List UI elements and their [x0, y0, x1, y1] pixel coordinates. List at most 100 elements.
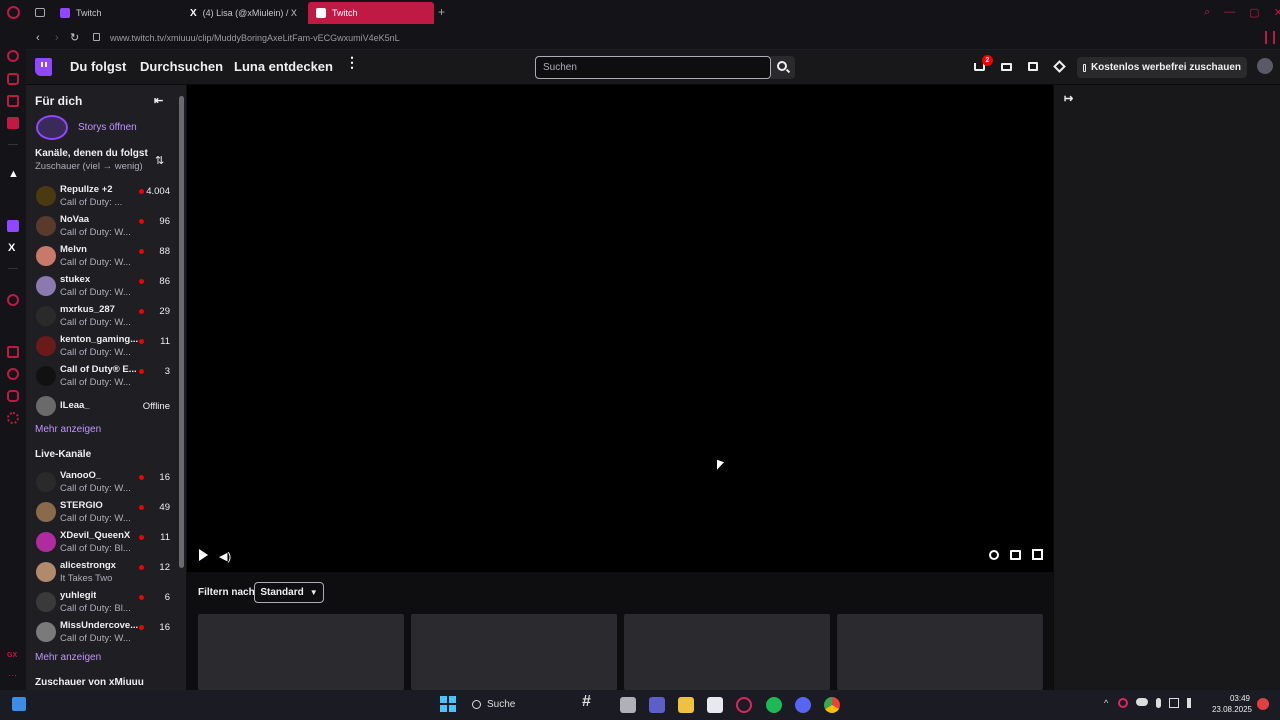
sidebar-toggle-icon[interactable] [1265, 31, 1275, 44]
twitch-sidebar-icon[interactable] [7, 220, 19, 232]
microphone-icon[interactable] [1156, 698, 1161, 708]
chrome-icon[interactable] [824, 697, 840, 713]
settings-gear-icon[interactable] [989, 550, 999, 560]
clip-card-placeholder[interactable] [837, 614, 1043, 690]
browser-tab[interactable]: X (4) Lisa (@xMiulein) / X [182, 2, 306, 24]
search-input[interactable]: Suchen [535, 56, 771, 79]
more-options-icon[interactable]: ⋮ [345, 55, 359, 69]
nav-luna[interactable]: Luna entdecken [234, 59, 333, 74]
browser-tab-active[interactable]: Twitch [308, 2, 434, 24]
opera-tray-icon[interactable] [1118, 698, 1128, 708]
sidebar-channel-item[interactable]: mxrkus_287 Call of Duty: W... 29 [34, 303, 176, 331]
nav-browse[interactable]: Durchsuchen [140, 59, 223, 74]
opera-gx-taskbar-icon[interactable] [736, 697, 752, 713]
sort-toggle-icon[interactable]: ⇅ [155, 154, 164, 167]
adfree-button[interactable]: Kostenlos werbefrei zuschauen [1077, 57, 1247, 78]
task-view-icon[interactable] [620, 697, 636, 713]
sidebar-channel-item[interactable]: stukex Call of Duty: W... 86 [34, 273, 176, 301]
more-icon[interactable]: ··· [8, 670, 17, 680]
sidebar-channel-item[interactable]: Repullze +2 Call of Duty: ... 4.004 [34, 183, 176, 211]
back-icon[interactable]: ‹ [36, 32, 40, 44]
url-field[interactable]: www.twitch.tv/xmiuuu/clip/MuddyBoringAxe… [110, 33, 400, 43]
wallet-icon[interactable] [7, 346, 19, 358]
expand-chat-icon[interactable]: ↦ [1064, 92, 1073, 105]
network-icon[interactable] [1169, 698, 1179, 708]
reload-icon[interactable]: ↻ [70, 31, 79, 44]
forward-icon[interactable]: › [55, 32, 59, 44]
sidebar-channel-item[interactable]: yuhlegit Call of Duty: Bl... 6 [34, 589, 176, 617]
search-tabs-icon[interactable]: ⌕ [1204, 6, 1210, 19]
opera-shopping-icon[interactable] [7, 73, 19, 85]
player-icon[interactable] [7, 294, 19, 306]
stories-avatar[interactable] [36, 115, 68, 140]
clip-card-placeholder[interactable] [624, 614, 830, 690]
windows-start-icon[interactable] [440, 696, 456, 712]
new-tab-button[interactable]: + [438, 5, 445, 19]
show-desktop-icon[interactable] [12, 697, 26, 711]
notification-center-icon[interactable] [1257, 698, 1269, 710]
opera-logo-icon[interactable] [7, 6, 20, 19]
sidebar-channel-item[interactable]: lLeaa_ Offline [34, 393, 176, 421]
play-icon[interactable] [199, 549, 208, 561]
gx-icon[interactable]: GX [7, 652, 17, 659]
teams-icon[interactable] [649, 697, 665, 713]
close-icon[interactable]: ✕ [1274, 6, 1280, 19]
tray-chevron-icon[interactable]: ^ [1104, 698, 1108, 708]
opera-music-icon[interactable] [7, 95, 19, 107]
inbox-icon[interactable] [1001, 63, 1012, 71]
opera-ai-icon[interactable] [7, 50, 19, 62]
show-more-followed-link[interactable]: Mehr anzeigen [35, 424, 101, 435]
sidebar-channel-item[interactable]: STERGIO Call of Duty: W... 49 [34, 499, 176, 527]
store-icon[interactable] [707, 697, 723, 713]
clip-card-placeholder[interactable] [198, 614, 404, 690]
spotify-icon[interactable] [766, 697, 782, 713]
sidebar-channel-item[interactable]: Melvn Call of Duty: W... 88 [34, 243, 176, 271]
sidebar-channel-item[interactable]: NoVaa Call of Duty: W... 96 [34, 213, 176, 241]
live-section-title: Live-Kanäle [35, 449, 92, 460]
onedrive-icon[interactable] [1136, 698, 1148, 706]
volume-icon[interactable]: ◀) [219, 550, 231, 563]
hashtag-icon[interactable]: # [582, 693, 591, 711]
user-avatar[interactable] [1257, 58, 1273, 74]
twitch-logo-icon[interactable] [35, 58, 52, 76]
sidebar-channel-item[interactable]: MissUndercove... Call of Duty: W... 16 [34, 619, 176, 647]
channel-avatar [36, 306, 56, 326]
sidebar-channel-item[interactable]: kenton_gaming... Call of Duty: W... 11 [34, 333, 176, 361]
sidebar-channel-item[interactable]: alicestrongx It Takes Two 12 [34, 559, 176, 587]
x-sidebar-icon[interactable]: X [8, 242, 15, 254]
whispers-icon[interactable] [1028, 62, 1038, 71]
history-icon[interactable] [7, 368, 19, 380]
sidebar-channel-item[interactable]: VanooO_ Call of Duty: W... 16 [34, 469, 176, 497]
browser-tab[interactable]: Twitch [52, 2, 180, 24]
clip-card-placeholder[interactable] [411, 614, 617, 690]
nav-following[interactable]: Du folgst [70, 59, 126, 74]
viewer-count: 16 [159, 622, 170, 633]
tray-icons[interactable] [1118, 698, 1197, 708]
workspaces-icon[interactable] [35, 8, 45, 17]
sidebar-scrollbar[interactable] [179, 96, 184, 568]
search-button[interactable] [771, 56, 795, 79]
speaker-icon[interactable] [1187, 698, 1197, 708]
discord-icon[interactable] [795, 697, 811, 713]
filter-dropdown[interactable]: Standard ▼ [254, 582, 324, 603]
settings-icon[interactable] [7, 412, 19, 424]
stories-link[interactable]: Storys öffnen [78, 122, 137, 133]
clock-time[interactable]: 03:49 [1228, 694, 1250, 703]
sidebar-channel-item[interactable]: Call of Duty® E... Call of Duty: W... 3 [34, 363, 176, 391]
clock-date[interactable]: 23.08.2025 [1210, 705, 1252, 714]
aria-icon[interactable]: ▲ [8, 168, 19, 180]
video-player[interactable] [187, 85, 1053, 572]
collapse-sidebar-icon[interactable]: ⇤ [154, 94, 163, 107]
taskbar-search[interactable]: Suche [464, 694, 574, 714]
opera-messenger-icon[interactable] [7, 117, 19, 129]
sidebar-channel-item[interactable]: XDevil_QueenX Call of Duty: Bl... 11 [34, 529, 176, 557]
maximize-icon[interactable]: ▢ [1249, 6, 1259, 19]
channel-game: Call of Duty: W... [60, 227, 131, 238]
minimize-icon[interactable]: — [1224, 6, 1235, 19]
theatre-mode-icon[interactable] [1010, 550, 1021, 560]
extensions-icon[interactable] [7, 390, 19, 402]
show-more-live-link[interactable]: Mehr anzeigen [35, 652, 101, 663]
window-controls[interactable]: ⌕ — ▢ ✕ [1204, 6, 1280, 19]
file-explorer-icon[interactable] [678, 697, 694, 713]
fullscreen-icon[interactable] [1032, 549, 1043, 560]
